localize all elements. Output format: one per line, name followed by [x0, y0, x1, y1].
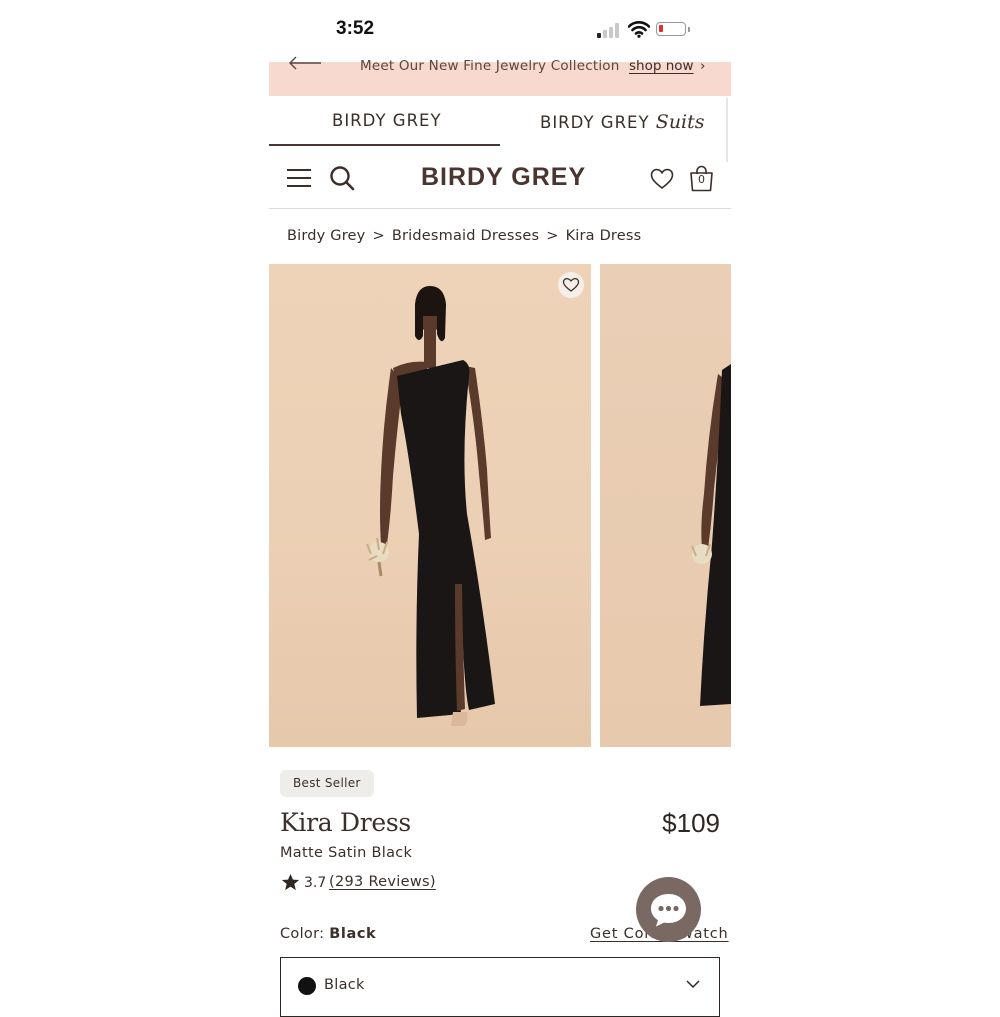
star-icon — [281, 873, 300, 891]
color-label-text: Color: — [280, 926, 325, 942]
color-value: Black — [329, 926, 377, 942]
wifi-icon — [628, 21, 650, 38]
breadcrumb-home[interactable]: Birdy Grey — [287, 228, 365, 244]
header-divider — [269, 208, 731, 209]
reviews-link[interactable]: (293 Reviews) — [329, 874, 436, 890]
breadcrumb: Birdy Grey > Bridesmaid Dresses > Kira Dress — [287, 228, 641, 244]
back-arrow-icon[interactable] — [288, 56, 322, 70]
color-label: Color: Black — [280, 926, 376, 942]
tab-birdy-grey-label: BIRDY GREY — [332, 111, 442, 130]
color-swatch-dot — [298, 977, 316, 995]
menu-icon[interactable] — [287, 168, 311, 188]
product-image-secondary[interactable] — [600, 264, 731, 747]
promo-text: Meet Our New Fine Jewelry Collection — [360, 58, 620, 74]
chevron-down-icon — [686, 980, 700, 989]
breadcrumb-category[interactable]: Bridesmaid Dresses — [392, 228, 539, 244]
model-figure — [366, 286, 495, 726]
breadcrumb-separator: > — [372, 228, 385, 244]
status-time: 3:52 — [336, 18, 375, 39]
chat-icon — [651, 894, 686, 927]
best-seller-badge: Best Seller — [280, 770, 374, 797]
rating-value: 3.7 — [304, 875, 327, 891]
chat-button[interactable] — [636, 877, 701, 942]
model-figure-secondary — [691, 364, 731, 706]
product-price: $109 — [662, 808, 720, 838]
tab-birdy-grey-suits[interactable]: BIRDY GREY Suits — [540, 111, 705, 133]
tab-suits-brand: BIRDY GREY — [540, 113, 650, 132]
brand-logo[interactable]: BIRDY GREY — [421, 163, 586, 192]
battery-tip — [688, 27, 690, 32]
favorite-button[interactable] — [558, 272, 584, 298]
promo-shop-now-link[interactable]: shop now — [629, 58, 694, 74]
product-title: Kira Dress — [280, 808, 411, 837]
chevron-right-icon: › — [700, 58, 706, 74]
battery-icon — [656, 22, 686, 36]
heart-icon[interactable] — [650, 168, 674, 190]
tab-suits-label: Suits — [655, 111, 705, 133]
product-image-main[interactable] — [269, 264, 591, 747]
heart-outline-icon — [562, 277, 580, 292]
breadcrumb-separator: > — [546, 228, 559, 244]
product-fabric-color: Matte Satin Black — [280, 845, 413, 861]
tab-divider — [726, 98, 728, 162]
bag-count: 0 — [698, 173, 705, 186]
color-select-value: Black — [324, 977, 365, 993]
breadcrumb-current: Kira Dress — [565, 228, 642, 244]
search-icon[interactable] — [329, 165, 355, 191]
signal-icon — [597, 22, 621, 38]
